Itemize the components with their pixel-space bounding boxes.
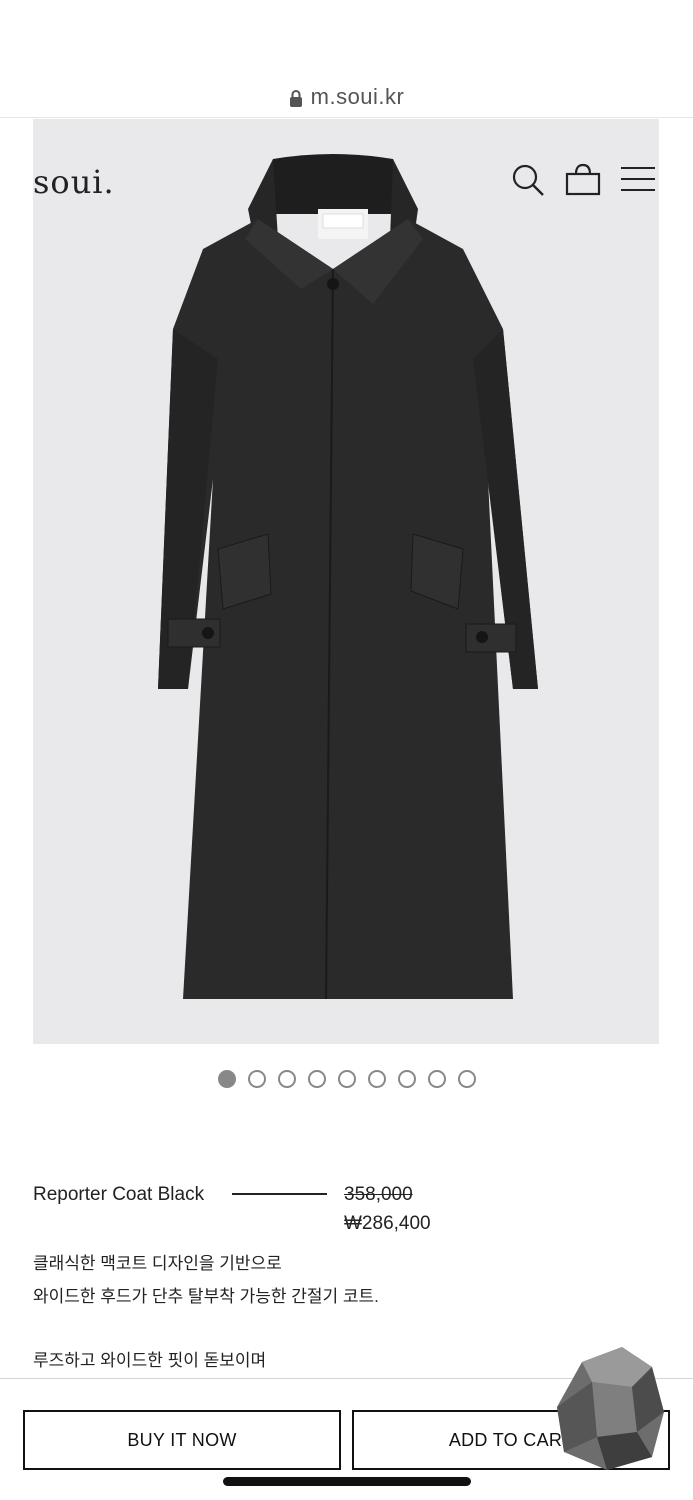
pagination-dot[interactable] [367,1070,386,1088]
description-line: 클래식한 맥코트 디자인을 기반으로 [33,1254,282,1273]
pagination-dot[interactable] [277,1070,296,1088]
coat-illustration [158,154,538,1000]
buy-now-button[interactable]: BUY IT NOW [23,1410,341,1470]
pagination-dot[interactable] [307,1070,326,1088]
rock-sticker-image [552,1342,672,1472]
search-icon[interactable] [510,162,546,198]
url-text: m.soui.kr [310,84,405,109]
description-line: 와이드한 후드가 단추 탈부착 가능한 간절기 코트. [33,1287,379,1306]
site-logo[interactable]: soui. [33,163,115,201]
title-divider [232,1193,327,1195]
pagination-dot[interactable] [397,1070,416,1088]
image-pagination [0,1070,693,1088]
lock-icon [289,87,303,113]
sale-price: ₩286,400 [344,1213,431,1234]
original-price: 358,000 [344,1184,413,1205]
menu-icon[interactable] [620,162,656,198]
pagination-dot[interactable] [337,1070,356,1088]
pagination-dot[interactable] [457,1070,476,1088]
url-display[interactable]: m.soui.kr [0,84,693,113]
browser-url-bar: m.soui.kr [0,0,693,118]
product-title: Reporter Coat Black [33,1184,205,1205]
description-line: 루즈하고 와이드한 핏이 돋보이며 [33,1351,267,1370]
home-indicator [223,1477,471,1486]
product-image[interactable] [33,119,659,1044]
pagination-dot[interactable] [247,1070,266,1088]
bag-icon[interactable] [565,162,601,198]
pagination-dot[interactable] [217,1070,236,1088]
pagination-dot[interactable] [427,1070,446,1088]
